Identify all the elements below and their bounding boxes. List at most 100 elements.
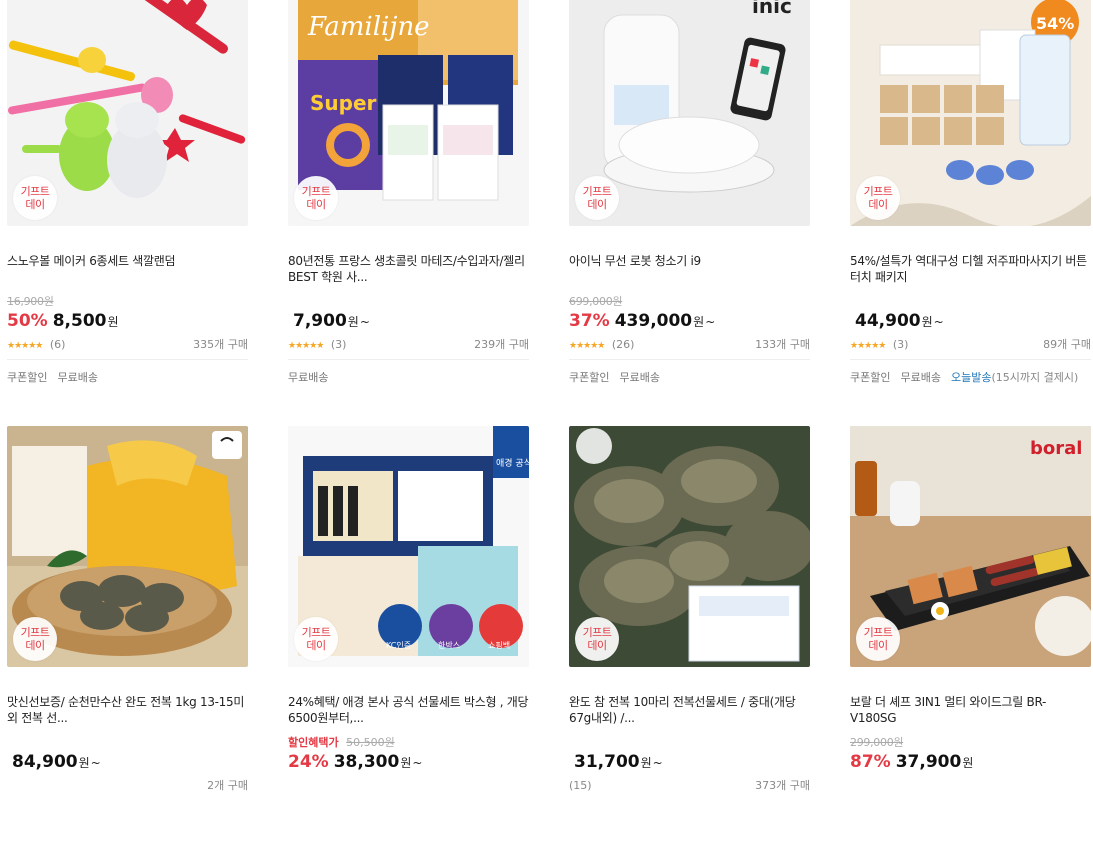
price-line: 31,700 원 ~ [569, 752, 810, 772]
review-count: (3) [892, 337, 909, 351]
gift-day-line1: 기프트 [582, 626, 612, 639]
rating-stars-icon: ★★★★★ [7, 340, 43, 351]
promo-line: 할인혜택가 50,500원 [288, 736, 529, 749]
price-line: 24% 38,300 원 ~ [288, 752, 529, 772]
product-title[interactable]: 54%/설특가 역대구성 디헬 저주파마사지기 버튼 터치 패키지 [850, 253, 1091, 285]
tag-list: 무료배송 [288, 369, 529, 385]
product-image[interactable]: 기프트 데이 [7, 426, 248, 667]
product-card[interactable]: inic 기프트 데이 아이닉 무선 로봇 청소기 i9 699,000원 37… [569, 0, 810, 426]
discount-rate: 50% [7, 311, 48, 331]
purchase-count: 89개 구매 [1043, 338, 1091, 351]
product-title[interactable]: 24%혜택/ 애경 본사 공식 선물세트 박스형 , 개당6500원부터,... [288, 694, 529, 726]
product-row: 기프트 데이 스노우볼 메이커 6종세트 색깔랜덤 16,900원 50% 8,… [7, 0, 1093, 426]
rating-stars-icon: ★★★★★ [288, 340, 324, 351]
price-line: 84,900 원 ~ [7, 752, 248, 772]
tag-list: 쿠폰할인 무료배송 오늘발송 (15시까지 결제시) [850, 369, 1091, 385]
discount-rate: 24% [288, 752, 329, 772]
price-suffix: ~ [359, 315, 370, 329]
sale-price: 84,900 [12, 752, 78, 772]
product-card[interactable]: 기프트 데이 완도 참 전복 10마리 전복선물세트 / 중대(개당67g내외)… [569, 426, 810, 867]
rating-line: (15) 373개 구매 [569, 778, 810, 793]
rating-stars-icon: ★★★★★ [569, 340, 605, 351]
product-image[interactable]: boral 기프트 데이 [850, 426, 1091, 667]
brand-logo: inic [752, 0, 792, 18]
product-card[interactable]: Familijne Super 기프트 데이 80년전통 프랑스 생초콜릿 마테… [288, 0, 529, 426]
gift-day-badge: 기프트 데이 [856, 617, 900, 661]
currency: 원 [693, 315, 705, 329]
gift-day-badge: 기프트 데이 [13, 176, 57, 220]
review-count: (15) [569, 778, 592, 792]
product-card[interactable]: 기프트 데이 맛신선보증/ 순천만수산 완도 전복 1kg 13-15미 외 전… [7, 426, 248, 867]
purchase-count: 373개 구매 [755, 779, 810, 792]
tag-list: 쿠폰할인 무료배송 [569, 369, 810, 385]
price-suffix: ~ [705, 315, 716, 329]
currency: 원 [107, 315, 119, 329]
sale-price: 44,900 [855, 311, 921, 331]
currency: 원 [78, 756, 90, 770]
svg-text:Familijne: Familijne [307, 12, 430, 42]
price-line: 37% 439,000 원 ~ [569, 311, 810, 331]
gift-day-line2: 데이 [587, 639, 607, 652]
rating-stars-icon: ★★★★★ [850, 340, 886, 351]
gift-day-line2: 데이 [868, 639, 888, 652]
currency: 원 [400, 756, 412, 770]
product-title[interactable]: 80년전통 프랑스 생초콜릿 마테즈/수입과자/젤리 BEST 학원 사... [288, 253, 529, 285]
tag-coupon: 쿠폰할인 [7, 371, 48, 384]
image-chip-kc: KC인증 [386, 640, 411, 650]
product-image[interactable]: 기프트 데이 [7, 0, 248, 226]
sale-price: 31,700 [574, 752, 640, 772]
sale-price: 7,900 [293, 311, 347, 331]
gift-day-line1: 기프트 [863, 185, 893, 198]
currency: 원 [962, 756, 974, 770]
price-line: 50% 8,500 원 [7, 311, 248, 331]
review-count: (3) [330, 337, 347, 351]
brand-logo: boral [1030, 438, 1082, 459]
product-card[interactable]: boral 기프트 데이 보랄 더 셰프 3IN1 멀티 와이드그릴 BR-V1… [850, 426, 1091, 867]
gift-day-line2: 데이 [306, 639, 326, 652]
original-price: 50,500원 [346, 736, 395, 749]
promo-label: 할인혜택가 [288, 736, 339, 749]
product-title[interactable]: 아이닉 무선 로봇 청소기 i9 [569, 253, 810, 285]
original-price: 699,000원 [569, 295, 623, 308]
original-price [288, 295, 529, 308]
gift-day-line1: 기프트 [863, 626, 893, 639]
product-title[interactable]: 완도 참 전복 10마리 전복선물세트 / 중대(개당67g내외) /... [569, 694, 810, 726]
product-title[interactable]: 스노우볼 메이커 6종세트 색깔랜덤 [7, 253, 248, 285]
gift-day-line2: 데이 [306, 198, 326, 211]
product-title[interactable]: 보랄 더 셰프 3IN1 멀티 와이드그릴 BR-V180SG [850, 694, 1091, 726]
image-chip-box: 한박스 [438, 640, 460, 650]
gift-day-line1: 기프트 [582, 185, 612, 198]
product-title[interactable]: 맛신선보증/ 순천만수산 완도 전복 1kg 13-15미 외 전복 선... [7, 694, 248, 726]
product-row: 기프트 데이 맛신선보증/ 순천만수산 완도 전복 1kg 13-15미 외 전… [7, 426, 1093, 867]
gift-day-line2: 데이 [868, 198, 888, 211]
product-card[interactable]: 54% 기프트 데이 54%/설특가 역대구성 디헬 저주파마사지기 버튼 터치… [850, 0, 1091, 426]
gift-day-badge: 기프트 데이 [294, 617, 338, 661]
purchase-count: 335개 구매 [193, 338, 248, 351]
review-count: (26) [611, 337, 635, 351]
discount-rate: 87% [850, 752, 891, 772]
tag-list: 쿠폰할인 무료배송 [7, 369, 248, 385]
purchase-count: 133개 구매 [755, 338, 810, 351]
product-image[interactable]: Familijne Super 기프트 데이 [288, 0, 529, 226]
product-image[interactable]: inic 기프트 데이 [569, 0, 810, 226]
gift-day-line1: 기프트 [20, 185, 50, 198]
product-image[interactable]: 기프트 데이 [569, 426, 810, 667]
original-price: 299,000원 [850, 736, 904, 749]
gift-day-line1: 기프트 [301, 626, 331, 639]
gift-day-badge: 기프트 데이 [856, 176, 900, 220]
purchase-count: 2개 구매 [207, 779, 248, 792]
product-card[interactable]: 애경 공식 KC인증 한박스 쇼핑백 기프트 데이 24%혜택/ 애경 본사 공… [288, 426, 529, 867]
product-image[interactable]: 54% 기프트 데이 [850, 0, 1091, 226]
currency: 원 [921, 315, 933, 329]
rating-line: ★★★★★ (3) 89개 구매 [850, 337, 1091, 352]
image-chip-bag: 쇼핑백 [488, 640, 510, 650]
original-price [569, 736, 810, 749]
product-image[interactable]: 애경 공식 KC인증 한박스 쇼핑백 기프트 데이 [288, 426, 529, 667]
gift-day-badge: 기프트 데이 [13, 617, 57, 661]
product-card[interactable]: 기프트 데이 스노우볼 메이커 6종세트 색깔랜덤 16,900원 50% 8,… [7, 0, 248, 426]
tag-free-shipping: 무료배송 [619, 371, 660, 384]
gift-day-line2: 데이 [587, 198, 607, 211]
gift-day-line1: 기프트 [20, 626, 50, 639]
gift-day-badge: 기프트 데이 [294, 176, 338, 220]
svg-text:Super: Super [310, 91, 377, 115]
